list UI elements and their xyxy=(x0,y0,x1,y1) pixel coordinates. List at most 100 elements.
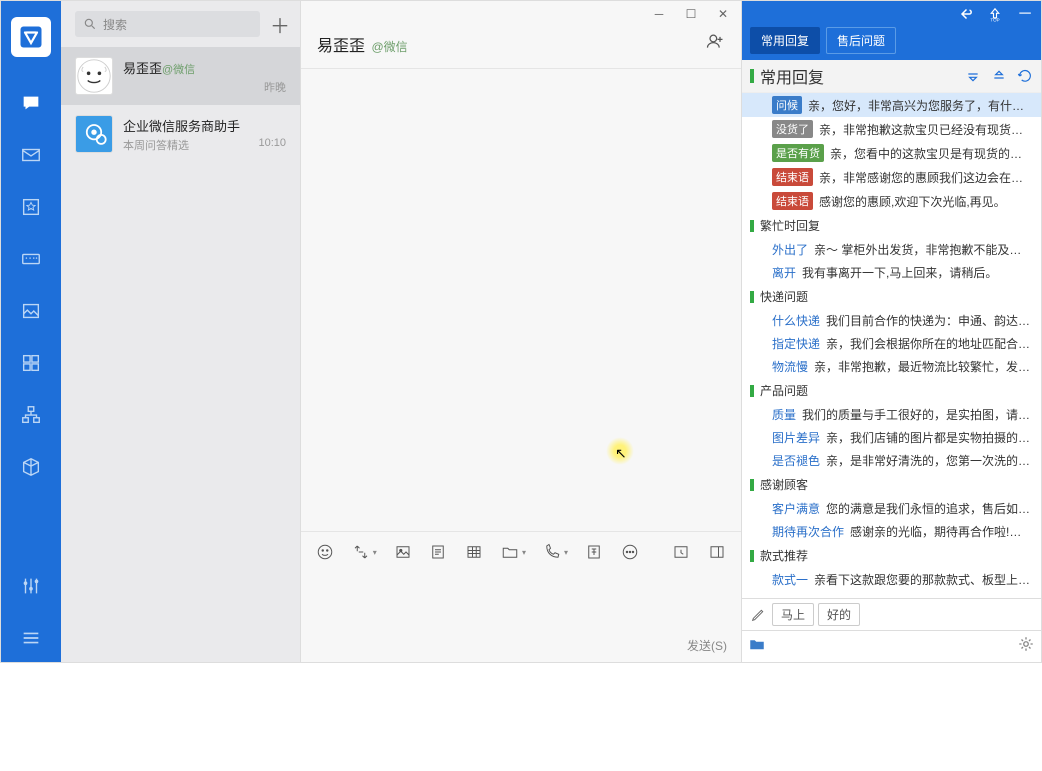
maximize-button[interactable]: ☐ xyxy=(679,4,703,24)
tab-common-reply[interactable]: 常用回复 xyxy=(750,27,820,54)
reply-link: 外出了 xyxy=(772,241,808,258)
redpacket-icon[interactable] xyxy=(584,542,604,562)
group-header[interactable]: 款式推荐 xyxy=(742,543,1041,568)
folder-icon[interactable] xyxy=(748,635,766,658)
window-controls: ─ ☐ ✕ xyxy=(301,1,741,27)
gear-icon[interactable] xyxy=(1017,635,1035,658)
reply-link: 物流慢 xyxy=(772,358,808,375)
reply-link: 款式一 xyxy=(772,571,808,588)
reply-item[interactable]: 是否褪色亲，是非常好清洗的，您第一次洗的… xyxy=(742,449,1041,472)
group-header[interactable]: 产品问题 xyxy=(742,378,1041,403)
screenshot-button[interactable]: ▾ xyxy=(351,542,377,562)
reply-text: 亲，非常抱歉这款宝贝已经没有现货了… xyxy=(819,121,1033,138)
reply-link: 离开 xyxy=(772,264,796,281)
reply-list[interactable]: 问候亲，您好，非常高兴为您服务了，有什么…没货了亲，非常抱歉这款宝贝已经没有现货… xyxy=(742,93,1041,598)
reply-item[interactable]: 指定快递亲，我们会根据你所在的地址匹配合… xyxy=(742,332,1041,355)
reply-item[interactable]: 外出了亲～ 掌柜外出发货，非常抱歉不能及时… xyxy=(742,238,1041,261)
add-button[interactable]: ＋ xyxy=(270,14,290,34)
chip[interactable]: 好的 xyxy=(818,603,860,626)
contact-item[interactable]: 企业微信服务商助手 本周问答精选10:10 xyxy=(61,105,300,163)
reply-text: 感谢您的惠顾,欢迎下次光临,再见。 xyxy=(819,193,1006,210)
chat-message-area: ↖ xyxy=(301,69,741,531)
folder-button[interactable]: ▾ xyxy=(500,542,526,562)
history-icon[interactable] xyxy=(672,542,692,562)
tab-aftersale[interactable]: 售后问题 xyxy=(826,27,896,54)
top-icon[interactable]: TOP xyxy=(985,4,1005,24)
chip[interactable]: 马上 xyxy=(772,603,814,626)
reply-item[interactable]: 什么快递我们目前合作的快递为：申通、韵达… xyxy=(742,309,1041,332)
refresh-icon[interactable] xyxy=(1017,68,1033,84)
reply-link: 图片差异 xyxy=(772,429,820,446)
nav-org-icon[interactable] xyxy=(15,399,47,431)
search-input[interactable]: 搜索 xyxy=(75,11,260,37)
group-name: 款式推荐 xyxy=(760,547,808,564)
reply-text: 亲，非常感谢您的惠顾我们这边会在第… xyxy=(819,169,1033,186)
edit-icon[interactable] xyxy=(748,605,768,625)
table-icon[interactable] xyxy=(464,542,484,562)
back-icon[interactable] xyxy=(955,4,975,24)
nav-sidebar xyxy=(1,1,61,662)
nav-image-icon[interactable] xyxy=(15,295,47,327)
reply-item[interactable]: 离开我有事离开一下,马上回来，请稍后。 xyxy=(742,261,1041,284)
contact-time: 昨晚 xyxy=(264,79,286,95)
sidebar-toggle-icon[interactable] xyxy=(707,542,727,562)
minimize-button[interactable]: ─ xyxy=(647,4,671,24)
close-button[interactable]: ✕ xyxy=(711,4,735,24)
reply-item[interactable]: 没货了亲，非常抱歉这款宝贝已经没有现货了… xyxy=(742,117,1041,141)
group-header[interactable]: 繁忙时回复 xyxy=(742,213,1041,238)
reply-item[interactable]: 期待再次合作感谢亲的光临，期待再合作啦!，… xyxy=(742,520,1041,543)
nav-star-icon[interactable] xyxy=(15,191,47,223)
reply-item[interactable]: 款式一亲看下这款跟您要的那款款式、板型上… xyxy=(742,568,1041,591)
reply-item[interactable]: 问候亲，您好，非常高兴为您服务了，有什么… xyxy=(742,93,1041,117)
cursor-arrow-icon: ↖ xyxy=(615,445,627,462)
chat-title-tag: @微信 xyxy=(371,40,407,54)
reply-text: 您的满意是我们永恒的追求，售后如… xyxy=(826,500,1030,517)
image-icon[interactable] xyxy=(393,542,413,562)
contact-item[interactable]: 易歪歪@微信 昨晚 xyxy=(61,47,300,105)
group-name: 繁忙时回复 xyxy=(760,217,820,234)
logo-icon xyxy=(16,22,46,52)
svg-text:TOP: TOP xyxy=(990,18,999,23)
expand-down-icon[interactable] xyxy=(991,68,1007,84)
reply-link: 是否褪色 xyxy=(772,452,820,469)
group-name: 快递问题 xyxy=(760,288,808,305)
note-icon[interactable] xyxy=(429,542,449,562)
reply-item[interactable]: 质量我们的质量与手工很好的，是实拍图，请… xyxy=(742,403,1041,426)
nav-menu-icon[interactable] xyxy=(15,622,47,654)
call-button[interactable]: ▾ xyxy=(542,542,568,562)
group-header[interactable]: 快递问题 xyxy=(742,284,1041,309)
reply-text: 我们目前合作的快递为：申通、韵达… xyxy=(826,312,1030,329)
reply-item[interactable]: 物流慢亲，非常抱歉，最近物流比较繁忙，发… xyxy=(742,355,1041,378)
nav-sliders-icon[interactable] xyxy=(15,570,47,602)
add-member-icon[interactable] xyxy=(705,31,725,56)
reply-item[interactable]: 结束语亲，非常感谢您的惠顾我们这边会在第… xyxy=(742,165,1041,189)
reply-item[interactable]: 是否有货亲，您看中的这款宝贝是有现货的呢… xyxy=(742,141,1041,165)
reply-text: 亲，您看中的这款宝贝是有现货的呢… xyxy=(830,145,1033,162)
send-button[interactable]: 发送(S) xyxy=(687,639,727,653)
group-name: 感谢顾客 xyxy=(760,476,808,493)
reply-text: 亲，我们店铺的图片都是实物拍摄的… xyxy=(826,429,1030,446)
chat-panel: ─ ☐ ✕ 易歪歪 @微信 ↖ ▾ ▾ ▾ xyxy=(301,1,741,662)
contact-tag: @微信 xyxy=(162,64,195,76)
reply-link: 指定快递 xyxy=(772,335,820,352)
group-name: 产品问题 xyxy=(760,382,808,399)
panel-minimize-button[interactable]: ─ xyxy=(1015,4,1035,24)
reply-tag: 结束语 xyxy=(772,192,813,210)
nav-grid-icon[interactable] xyxy=(15,347,47,379)
collapse-up-icon[interactable] xyxy=(965,68,981,84)
emoji-icon[interactable] xyxy=(315,542,335,562)
reply-item[interactable]: 结束语感谢您的惠顾,欢迎下次光临,再见。 xyxy=(742,189,1041,213)
nav-mail-icon[interactable] xyxy=(15,139,47,171)
group-header[interactable]: 感谢顾客 xyxy=(742,472,1041,497)
chevron-down-icon: ▾ xyxy=(564,548,568,557)
reply-item[interactable]: 客户满意您的满意是我们永恒的追求，售后如… xyxy=(742,497,1041,520)
more-icon[interactable] xyxy=(620,542,640,562)
nav-chat-icon[interactable] xyxy=(15,87,47,119)
nav-cube-icon[interactable] xyxy=(15,451,47,483)
nav-keyboard-icon[interactable] xyxy=(15,243,47,275)
reply-item[interactable]: 图片差异亲，我们店铺的图片都是实物拍摄的… xyxy=(742,426,1041,449)
contact-name: 企业微信服务商助手 xyxy=(123,119,240,134)
category-header[interactable]: 常用回复 xyxy=(742,60,1041,93)
reply-text: 我们的质量与手工很好的，是实拍图，请… xyxy=(802,406,1030,423)
chat-input[interactable]: 发送(S) xyxy=(301,572,741,662)
